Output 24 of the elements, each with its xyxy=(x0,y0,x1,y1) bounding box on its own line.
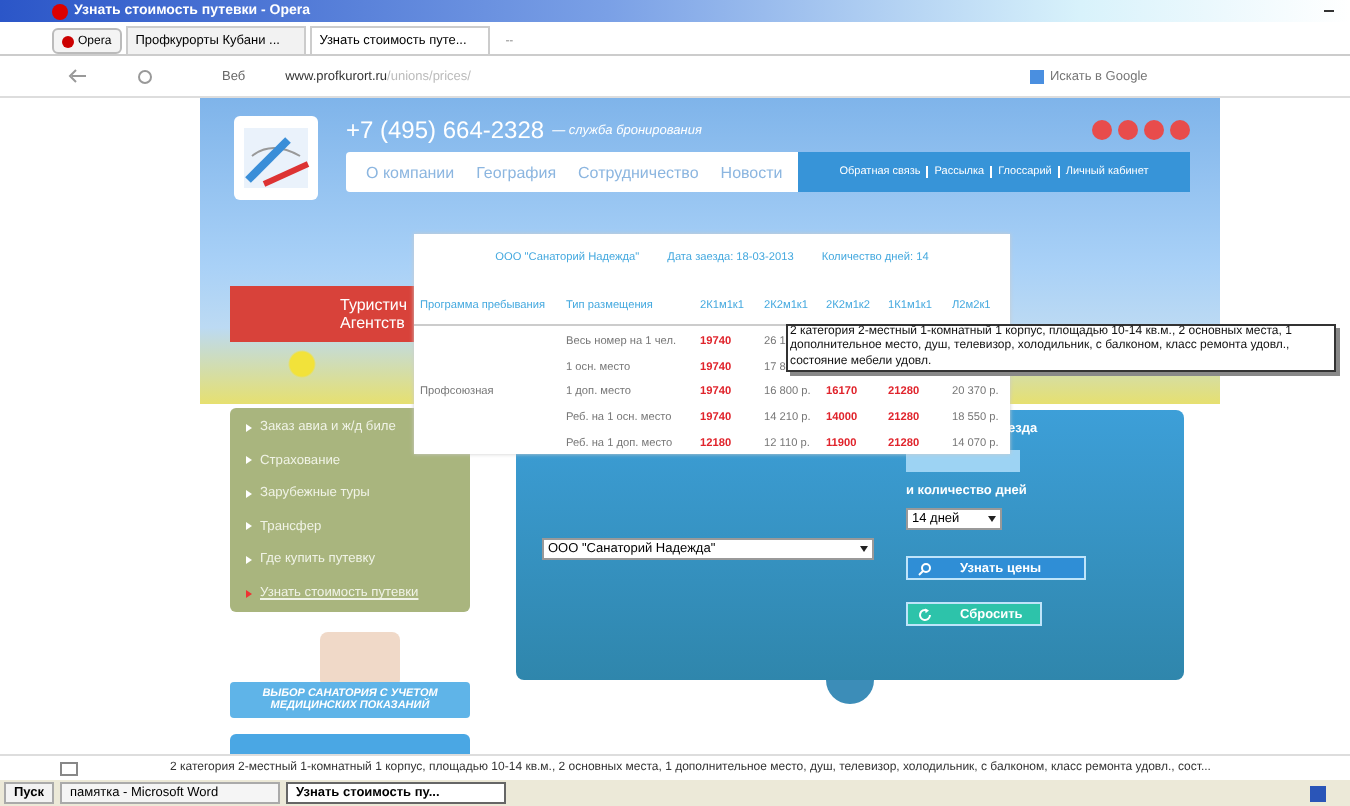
dropdown-arrow-icon xyxy=(988,516,996,522)
scroll-up-button[interactable] xyxy=(826,680,874,704)
tray-icon[interactable] xyxy=(1310,785,1326,801)
bullet-icon xyxy=(246,423,252,431)
nav-link[interactable]: География xyxy=(476,163,557,181)
search-icon xyxy=(918,561,932,575)
bullet-icon xyxy=(246,489,252,498)
logo-icon xyxy=(234,116,318,200)
refresh-icon xyxy=(918,607,932,621)
opera-icon xyxy=(52,3,68,19)
nav-link[interactable]: Сотрудничество xyxy=(578,163,699,181)
panel-icon[interactable] xyxy=(60,761,78,775)
nav-link[interactable]: О компании xyxy=(366,163,455,181)
bullet-icon xyxy=(246,589,252,598)
agency-banner[interactable]: Туристич Агентств xyxy=(230,286,414,342)
bullet-icon xyxy=(246,555,252,564)
bullet-icon xyxy=(246,522,252,531)
promo-box[interactable] xyxy=(230,733,470,754)
dropdown-arrow-icon xyxy=(860,546,868,552)
nav-link[interactable]: Новости xyxy=(720,163,783,181)
phone-number: +7 (495) 664-2328 xyxy=(346,116,545,144)
back-icon[interactable] xyxy=(68,68,88,84)
reload-icon[interactable] xyxy=(136,67,154,85)
bullet-icon xyxy=(246,456,252,465)
